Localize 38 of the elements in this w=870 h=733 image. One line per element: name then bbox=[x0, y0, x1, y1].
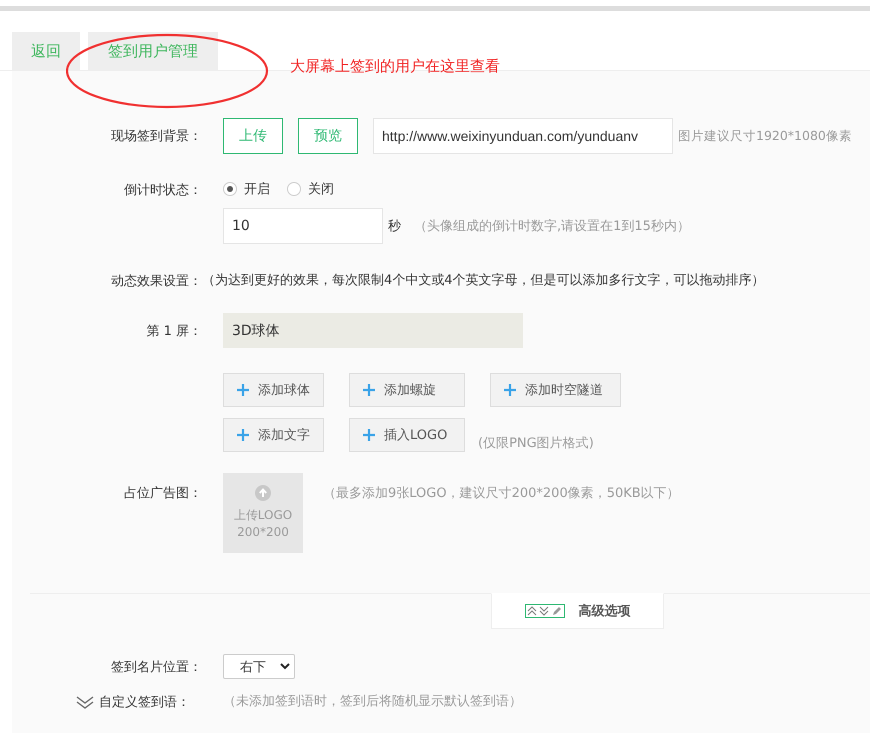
seconds-field[interactable]: 10 bbox=[223, 208, 383, 244]
radio-option[interactable]: 关闭 bbox=[287, 180, 334, 198]
plus-icon bbox=[362, 428, 376, 442]
radio-button[interactable] bbox=[287, 182, 301, 196]
add-button[interactable]: 插入LOGO bbox=[349, 418, 465, 452]
unit-label: 秒 bbox=[388, 218, 401, 235]
upload-icon bbox=[255, 485, 271, 501]
add-button[interactable]: 添加文字 bbox=[223, 418, 324, 452]
add-button[interactable]: 添加时空隧道 bbox=[490, 373, 621, 407]
field-label: 第 1 屏： bbox=[146, 322, 202, 340]
field-label: 动态效果设置： bbox=[111, 273, 202, 290]
position-select[interactable]: 右下 bbox=[223, 654, 295, 679]
add-button[interactable]: 添加螺旋 bbox=[349, 373, 465, 407]
hint-text: (仅限PNG图片格式) bbox=[478, 435, 595, 452]
advanced-options-tab[interactable]: 高级选项 bbox=[491, 593, 664, 629]
plus-icon bbox=[236, 428, 250, 442]
add-button[interactable]: 添加球体 bbox=[223, 373, 324, 407]
plus-icon bbox=[503, 383, 517, 397]
url-field[interactable]: http://www.weixinyunduan.com/yunduanv bbox=[373, 118, 673, 154]
field-label: 倒计时状态： bbox=[124, 182, 202, 199]
caret-icon bbox=[280, 663, 290, 670]
annotation-text: 大屏幕上签到的用户在这里查看 bbox=[290, 57, 500, 76]
field-label: 自定义签到语： bbox=[99, 694, 190, 711]
hint-text: （未添加签到语时，签到后将随机显示默认签到语） bbox=[223, 694, 522, 709]
field-label: 现场签到背景： bbox=[111, 128, 202, 145]
hint-text: 图片建议尺寸1920*1080像素 bbox=[678, 128, 852, 144]
chevrons-pencil-icon[interactable] bbox=[524, 604, 564, 618]
field-label: 占位广告图： bbox=[124, 485, 202, 502]
hint-text: （头像组成的倒计时数字,请设置在1到15秒内） bbox=[414, 218, 690, 235]
field-label: 签到名片位置： bbox=[111, 658, 202, 676]
expand-icon[interactable] bbox=[76, 695, 94, 709]
radio-option[interactable]: 开启 bbox=[223, 180, 270, 198]
effects-hint: （为达到更好的效果，每次限制4个中文或4个英文字母，但是可以添加多行文字，可以拖动排序） bbox=[202, 273, 765, 288]
plus-icon bbox=[362, 383, 376, 397]
hint-text: （最多添加9张LOGO，建议尺寸200*200像素，50KB以下） bbox=[323, 485, 680, 502]
plus-icon bbox=[236, 383, 250, 397]
screen-field[interactable]: 3D球体 bbox=[223, 313, 523, 348]
radio-button[interactable] bbox=[223, 182, 237, 196]
